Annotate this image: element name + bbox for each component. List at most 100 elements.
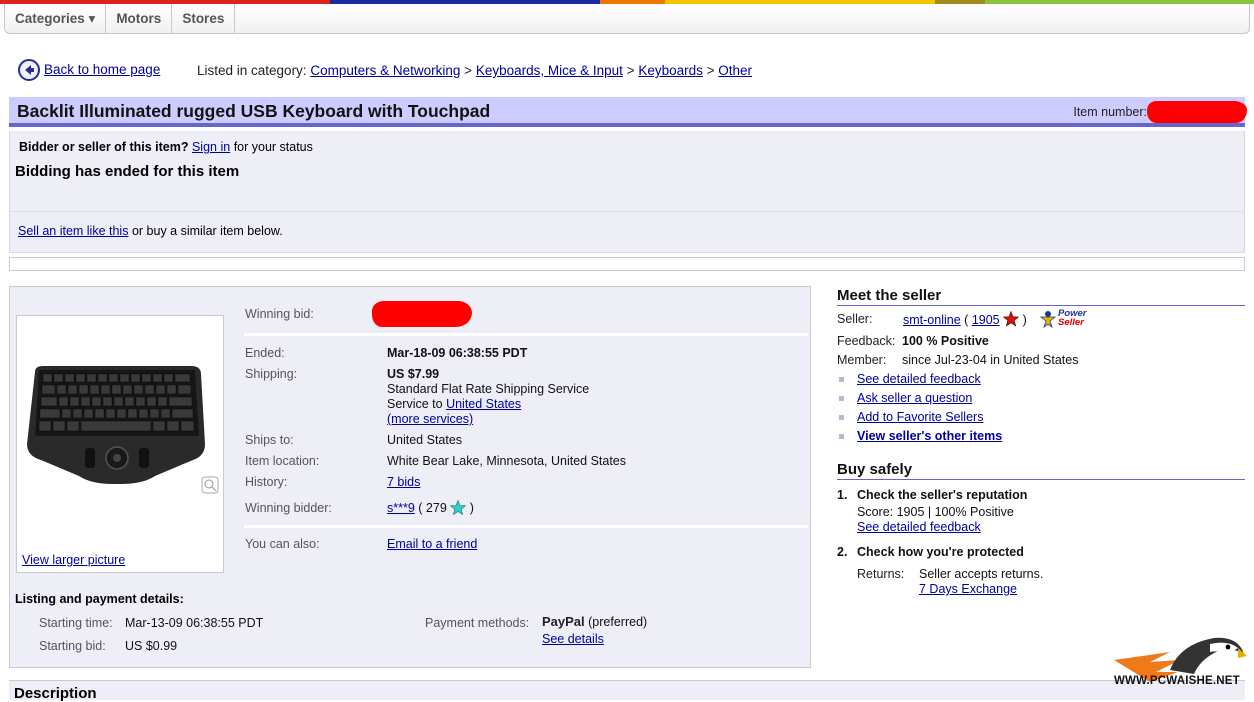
zoom-icon[interactable]: [201, 476, 219, 494]
breadcrumb-prefix: Listed in category:: [197, 63, 307, 78]
sell-item-like-this-link[interactable]: Sell an item like this: [18, 224, 128, 238]
breadcrumb-computers-networking[interactable]: Computers & Networking: [310, 63, 460, 78]
winning-bid-redaction: [372, 301, 472, 327]
winning-bid-label: Winning bid:: [245, 307, 314, 321]
item-details-panel: View larger picture Winning bid: Ended: …: [9, 286, 811, 668]
see-detailed-feedback-link[interactable]: See detailed feedback: [857, 372, 981, 386]
seller-label: Seller:: [837, 312, 873, 326]
nav-stores[interactable]: Stores: [172, 4, 236, 33]
breadcrumb-separator: >: [464, 63, 473, 78]
bid-history-link[interactable]: 7 bids: [387, 475, 420, 489]
returns-label: Returns:: [857, 567, 905, 581]
see-payment-details-link[interactable]: See details: [542, 632, 604, 646]
winning-bidder-label: Winning bidder:: [245, 501, 332, 515]
divider: [244, 525, 808, 528]
bidder-score-close: ): [469, 501, 474, 515]
status-question: Bidder or seller of this item?: [19, 140, 189, 154]
breadcrumb-keyboards[interactable]: Keyboards: [638, 63, 703, 78]
back-to-home-link[interactable]: Back to home page: [44, 62, 160, 77]
item-title-bar: Backlit Illuminated rugged USB Keyboard …: [9, 97, 1247, 127]
step-1-number: 1.: [837, 488, 848, 502]
status-suffix: for your status: [233, 140, 313, 154]
back-arrow-icon[interactable]: [18, 59, 40, 81]
ask-seller-question-link[interactable]: Ask seller a question: [857, 391, 972, 405]
ships-to-value: United States: [387, 433, 463, 447]
bidding-ended-text: Bidding has ended for this item: [15, 163, 240, 180]
breadcrumb-keyboards-mice-input[interactable]: Keyboards, Mice & Input: [476, 63, 623, 78]
bullet: [839, 434, 844, 439]
listing-details-title: Listing and payment details:: [15, 592, 184, 606]
starting-bid-value: US $0.99: [125, 639, 178, 653]
starting-time-label: Starting time:: [39, 616, 113, 630]
seller-name-link[interactable]: smt-online: [903, 313, 961, 327]
returns-policy-link[interactable]: 7 Days Exchange: [919, 582, 1017, 596]
item-title: Backlit Illuminated rugged USB Keyboard …: [17, 101, 491, 121]
paypal-label: PayPal: [542, 614, 585, 629]
seller-paren-close: ): [1022, 313, 1027, 327]
breadcrumb-other[interactable]: Other: [718, 63, 752, 78]
feedback-label: Feedback:: [837, 334, 896, 348]
nav-categories[interactable]: Categories ▾: [5, 4, 107, 33]
breadcrumb-separator: >: [626, 63, 635, 78]
picture-box: View larger picture: [16, 315, 224, 573]
sell-suffix: or buy a similar item below.: [131, 224, 283, 238]
feedback-value: 100 % Positive: [902, 334, 989, 348]
turquoise-star-icon[interactable]: [449, 499, 467, 516]
step-2-number: 2.: [837, 545, 848, 559]
ended-value: Mar-18-09 06:38:55 PDT: [387, 346, 528, 360]
breadcrumb: Listed in category: Computers & Networki…: [197, 63, 752, 78]
ended-label: Ended:: [245, 346, 285, 360]
sell-similar-box: Sell an item like this or buy a similar …: [9, 211, 1245, 253]
section-rule: [837, 305, 1245, 306]
top-nav: Categories ▾ Motors Stores: [4, 4, 1250, 34]
sign-in-link[interactable]: Sign in: [192, 140, 230, 154]
member-value: since Jul-23-04 in United States: [902, 353, 1079, 367]
bidder-score: ( 279: [418, 501, 447, 515]
email-to-friend-link[interactable]: Email to a friend: [387, 537, 477, 551]
starting-time-value: Mar-13-09 06:38:55 PDT: [125, 616, 264, 630]
watermark-text: WWW.PCWAISHE.NET: [1114, 675, 1240, 687]
payment-methods-label: Payment methods:: [425, 616, 530, 630]
service-to-label: Service to: [387, 397, 443, 411]
status-box: Bidder or seller of this item? Sign in f…: [9, 131, 1245, 211]
shipping-price: US $7.99: [387, 367, 440, 381]
member-label: Member:: [837, 353, 887, 367]
shipping-service: Standard Flat Rate Shipping Service: [387, 382, 590, 396]
seller-score-link[interactable]: 1905: [972, 313, 1000, 327]
description-title: Description: [14, 685, 97, 702]
step-1-feedback-link[interactable]: See detailed feedback: [857, 520, 981, 534]
buy-safely-title: Buy safely: [837, 461, 913, 478]
service-country-link[interactable]: United States: [446, 397, 521, 411]
returns-value: Seller accepts returns.: [919, 567, 1044, 581]
keyboard-image[interactable]: [25, 364, 209, 486]
power-seller-icon: [1039, 311, 1057, 328]
step-1-title: Check the seller's reputation: [857, 488, 1028, 502]
item-location-label: Item location:: [245, 454, 320, 468]
history-label: History:: [245, 475, 288, 489]
meet-seller-title: Meet the seller: [837, 287, 942, 304]
red-star-icon[interactable]: [1002, 310, 1020, 327]
divider: [244, 333, 808, 336]
step-1-score: Score: 1905 | 100% Positive: [857, 505, 1014, 519]
you-can-also-label: You can also:: [245, 537, 320, 551]
winning-bidder-link[interactable]: s***9: [387, 501, 415, 515]
item-number-redaction: [1147, 101, 1247, 123]
breadcrumb-separator: >: [706, 63, 715, 78]
bullet: [839, 415, 844, 420]
section-rule: [837, 479, 1245, 480]
description-bar: Description: [9, 680, 1245, 702]
spacer-box: [9, 257, 1245, 271]
shipping-label: Shipping:: [245, 367, 298, 381]
view-larger-picture-link[interactable]: View larger picture: [22, 553, 125, 567]
add-favorite-sellers-link[interactable]: Add to Favorite Sellers: [857, 410, 983, 424]
bullet: [839, 377, 844, 382]
starting-bid-label: Starting bid:: [39, 639, 106, 653]
more-services-link[interactable]: (more services): [387, 412, 473, 426]
ships-to-label: Ships to:: [245, 433, 294, 447]
nav-motors[interactable]: Motors: [106, 4, 173, 33]
power-seller-text-2: Seller: [1058, 317, 1084, 328]
power-seller-badge[interactable]: Power Seller: [1039, 309, 1093, 329]
paypal-preferred: (preferred): [588, 615, 648, 629]
step-2-title: Check how you're protected: [857, 545, 1024, 559]
view-seller-other-items-link[interactable]: View seller's other items: [857, 429, 1002, 443]
